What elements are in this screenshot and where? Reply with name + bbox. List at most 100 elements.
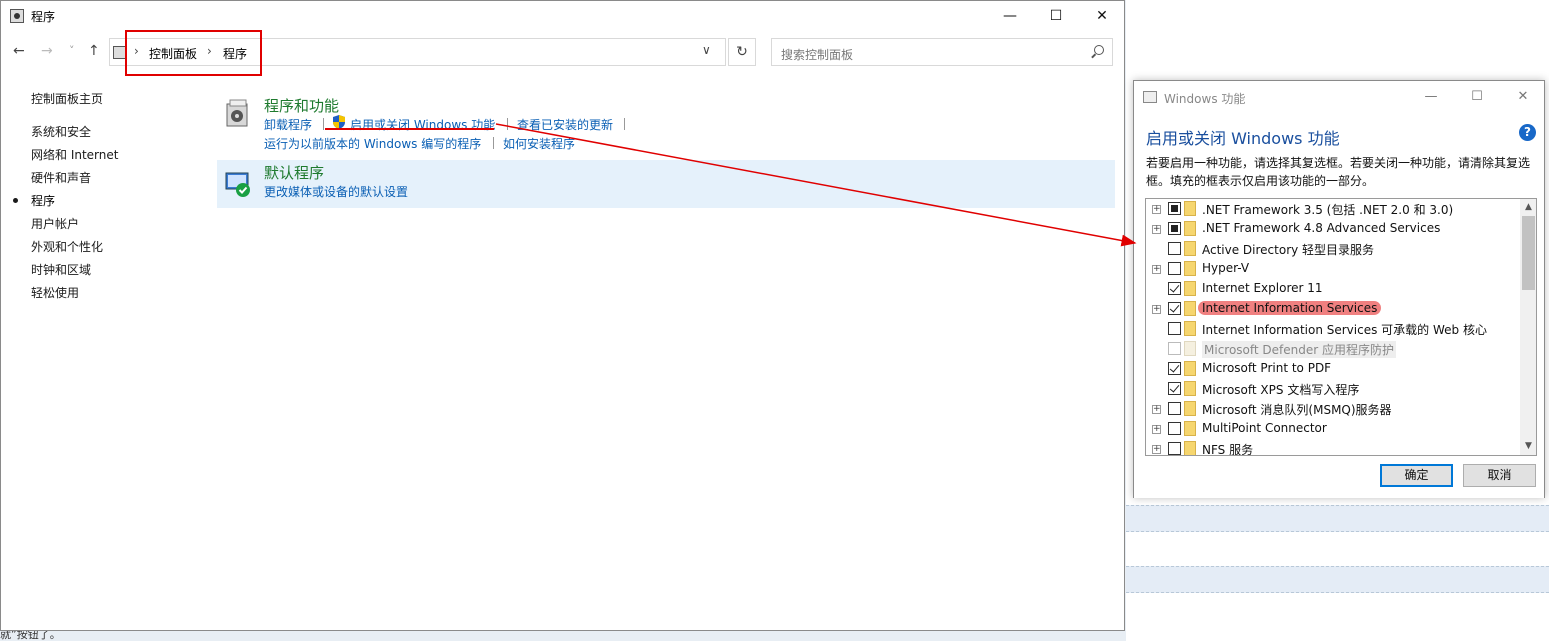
back-button[interactable]: ← <box>13 43 25 59</box>
dialog-description: 若要启用一种功能，请选择其复选框。若要关闭一种功能，请清除其复选框。填充的框表示… <box>1146 156 1531 188</box>
feature-label: .NET Framework 3.5 (包括 .NET 2.0 和 3.0) <box>1202 203 1454 217</box>
close-button[interactable]: ✕ <box>1079 1 1125 31</box>
cancel-button[interactable]: 取消 <box>1463 464 1536 487</box>
feature-row[interactable]: Microsoft Print to PDF <box>1146 359 1520 379</box>
refresh-button[interactable]: ↻ <box>728 38 756 66</box>
maximize-button[interactable]: ☐ <box>1033 1 1079 31</box>
feature-checkbox[interactable] <box>1168 202 1181 215</box>
sidebar-home[interactable]: 控制面板主页 <box>31 90 103 107</box>
feature-label: Hyper-V <box>1202 261 1250 275</box>
expand-icon[interactable]: + <box>1152 445 1161 454</box>
sidebar-item-network[interactable]: 网络和 Internet <box>31 146 118 163</box>
expand-icon[interactable]: + <box>1152 305 1161 314</box>
dialog-heading: 启用或关闭 Windows 功能 <box>1146 129 1340 148</box>
folder-icon <box>1184 241 1196 256</box>
link-uninstall-program[interactable]: 卸载程序 <box>264 116 312 133</box>
expand-icon[interactable]: + <box>1152 205 1161 214</box>
scrollbar-thumb[interactable] <box>1522 216 1535 290</box>
sidebar-item-user-accounts[interactable]: 用户帐户 <box>31 215 79 232</box>
feature-checkbox[interactable] <box>1168 222 1181 235</box>
feature-checkbox[interactable] <box>1168 282 1181 295</box>
expand-icon[interactable]: + <box>1152 225 1161 234</box>
expand-icon[interactable]: + <box>1152 265 1161 274</box>
programs-icon <box>10 9 24 23</box>
sidebar-item-clock-region[interactable]: 时钟和区域 <box>31 261 91 278</box>
search-input[interactable]: 搜索控制面板 <box>771 38 1113 66</box>
folder-icon <box>1184 281 1196 296</box>
feature-checkbox[interactable] <box>1168 362 1181 375</box>
category-programs-features: 程序和功能 卸载程序 启用或关闭 Windows 功能 查看已安装的更新 运行为… <box>217 93 1115 155</box>
scroll-up-icon[interactable]: ▲ <box>1520 199 1536 216</box>
expand-icon[interactable]: + <box>1152 425 1161 434</box>
feature-checkbox[interactable] <box>1168 402 1181 415</box>
category-title[interactable]: 默认程序 <box>264 162 324 183</box>
feature-label: Active Directory 轻型目录服务 <box>1202 243 1375 257</box>
feature-checkbox[interactable] <box>1168 322 1181 335</box>
link-turn-windows-features[interactable]: 启用或关闭 Windows 功能 <box>350 116 495 133</box>
feature-row[interactable]: + .NET Framework 3.5 (包括 .NET 2.0 和 3.0) <box>1146 199 1520 219</box>
background-strip <box>1126 566 1549 593</box>
feature-row[interactable]: Microsoft Defender 应用程序防护 <box>1146 339 1520 359</box>
feature-row[interactable]: Internet Explorer 11 <box>1146 279 1520 299</box>
category-default-programs[interactable]: 默认程序 更改媒体或设备的默认设置 <box>217 160 1115 208</box>
link-view-installed-updates[interactable]: 查看已安装的更新 <box>517 116 613 133</box>
link-how-to-install[interactable]: 如何安装程序 <box>503 135 575 152</box>
vertical-scrollbar[interactable]: ▲ ▼ <box>1520 199 1536 455</box>
feature-row[interactable]: + Hyper-V <box>1146 259 1520 279</box>
feature-row[interactable]: Internet Information Services 可承载的 Web 核… <box>1146 319 1520 339</box>
sidebar-item-appearance[interactable]: 外观和个性化 <box>31 238 103 255</box>
feature-label: Microsoft 消息队列(MSMQ)服务器 <box>1202 403 1392 417</box>
feature-checkbox[interactable] <box>1168 442 1181 455</box>
address-dropdown-button[interactable]: ∨ <box>702 43 711 57</box>
up-button[interactable]: ↑ <box>88 43 100 59</box>
category-title[interactable]: 程序和功能 <box>264 95 339 116</box>
feature-row[interactable]: + Internet Information Services <box>1146 299 1520 319</box>
uac-shield-icon <box>333 115 345 129</box>
feature-checkbox <box>1168 342 1181 355</box>
window-title: 程序 <box>31 10 56 24</box>
annotation-box <box>125 30 262 76</box>
feature-row[interactable]: + Microsoft 消息队列(MSMQ)服务器 <box>1146 399 1520 419</box>
expand-icon[interactable]: + <box>1152 405 1161 414</box>
close-button[interactable]: ✕ <box>1500 81 1546 113</box>
link-run-older-programs[interactable]: 运行为以前版本的 Windows 编写的程序 <box>264 135 481 152</box>
link-separator <box>507 118 508 130</box>
sidebar-item-programs[interactable]: 程序 <box>13 192 55 209</box>
help-icon[interactable]: ? <box>1519 124 1536 141</box>
dialog-title: Windows 功能 <box>1164 92 1246 106</box>
feature-row[interactable]: Active Directory 轻型目录服务 <box>1146 239 1520 259</box>
link-change-media-defaults[interactable]: 更改媒体或设备的默认设置 <box>264 183 408 200</box>
feature-label: NFS 服务 <box>1202 443 1254 456</box>
sidebar-item-ease-of-access[interactable]: 轻松使用 <box>31 284 79 301</box>
sidebar-item-system-security[interactable]: 系统和安全 <box>31 123 91 140</box>
forward-button[interactable]: → <box>41 43 53 59</box>
feature-checkbox[interactable] <box>1168 262 1181 275</box>
feature-checkbox[interactable] <box>1168 242 1181 255</box>
dialog-title-bar: Windows 功能 — ☐ ✕ <box>1134 81 1544 113</box>
feature-checkbox[interactable] <box>1168 422 1181 435</box>
feature-row[interactable]: Microsoft XPS 文档写入程序 <box>1146 379 1520 399</box>
folder-icon <box>1184 401 1196 416</box>
minimize-button[interactable]: — <box>1408 81 1454 113</box>
feature-label: Microsoft Defender 应用程序防护 <box>1202 341 1397 358</box>
minimize-button[interactable]: — <box>987 1 1033 31</box>
feature-row[interactable]: + NFS 服务 <box>1146 439 1520 456</box>
background-strip <box>1126 505 1549 532</box>
link-separator <box>624 118 625 130</box>
sidebar-item-hardware-sound[interactable]: 硬件和声音 <box>31 169 91 186</box>
folder-icon <box>1184 261 1196 276</box>
features-tree[interactable]: + .NET Framework 3.5 (包括 .NET 2.0 和 3.0) +… <box>1145 198 1537 456</box>
maximize-button[interactable]: ☐ <box>1454 81 1500 113</box>
folder-icon <box>1184 321 1196 336</box>
recent-locations-button[interactable]: ˅ <box>69 44 75 57</box>
scroll-down-icon[interactable]: ▼ <box>1520 438 1536 455</box>
search-icon[interactable] <box>1094 45 1104 55</box>
link-separator <box>493 137 494 149</box>
ok-button[interactable]: 确定 <box>1380 464 1453 487</box>
feature-label: Internet Explorer 11 <box>1202 281 1323 295</box>
folder-icon <box>1184 341 1196 356</box>
feature-row[interactable]: + .NET Framework 4.8 Advanced Services <box>1146 219 1520 239</box>
feature-checkbox[interactable] <box>1168 302 1181 315</box>
feature-row[interactable]: + MultiPoint Connector <box>1146 419 1520 439</box>
feature-checkbox[interactable] <box>1168 382 1181 395</box>
